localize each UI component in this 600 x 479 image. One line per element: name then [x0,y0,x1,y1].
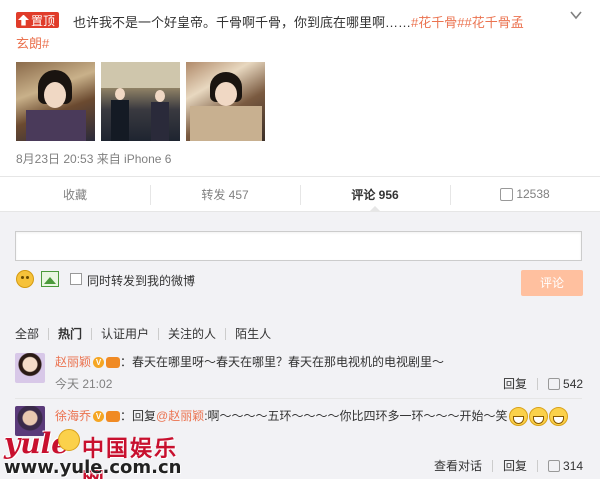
reply-prefix: ：回复 [120,409,157,423]
repost-button[interactable]: 转发 457 [150,177,300,211]
post-text: 也许我不是一个好皇帝。千骨啊千骨，你到底在哪里啊……#花千骨##花千骨孟 玄朗# [16,12,573,51]
image-upload-icon[interactable] [41,271,59,287]
commenter-name[interactable]: 徐海乔 [55,409,91,423]
comment-like-count: 314 [563,458,584,473]
site-watermark: yule 中国娱乐网 www.yule.com.cn [0,425,200,479]
comment-actions: 查看对话 回复 314 [434,457,583,474]
post-image[interactable] [186,62,265,141]
reply-button[interactable]: 回复 [503,457,527,474]
thumbs-up-icon [548,459,561,472]
comment-filter-tabs: 全部 热门 认证用户 关注的人 陌生人 [15,325,271,342]
comment-item: 赵丽颖 V ：春天在哪里呀～春天在哪里？春天在那电视机的电视剧里～ 今天 21:02… [0,349,600,399]
comment-time: 今天 21:02 [55,377,113,391]
image-gallery [16,62,265,141]
verified-icon: V [93,411,105,423]
also-repost-label: 同时转发到我的微博 [87,274,196,288]
view-conversation-link[interactable]: 查看对话 [434,457,482,474]
repost-label: 转发 457 [201,187,249,202]
pinned-label: 置顶 [31,13,56,28]
member-crown-icon [106,357,121,369]
filter-all[interactable]: 全部 [15,325,39,342]
comment-label: 评论 956 [351,187,399,202]
post-image[interactable] [101,62,180,141]
filter-hot[interactable]: 热门 [58,325,82,342]
grin-emoji-icon [508,407,528,427]
hashtag-link[interactable]: #花千骨孟 [464,15,523,30]
reply-button[interactable]: 回复 [503,375,527,392]
member-crown-icon [106,411,121,423]
pinned-badge: 置顶 [16,12,60,28]
hashtag-link[interactable]: #花千骨# [411,15,464,30]
watermark-url: www.yule.com.cn [4,457,182,478]
grin-emoji-icon [528,407,548,427]
comment-text: :啊～～～～五环～～～～你比四环多一环～～～开始～笑 [204,409,508,423]
verified-icon: V [93,357,105,369]
post-meta: 8月23日 20:53 来自 iPhone 6 [16,152,172,166]
comment-like-button[interactable]: 314 [548,459,583,473]
comment-input[interactable] [15,231,582,261]
post-image[interactable] [16,62,95,141]
commenter-name[interactable]: 赵丽颖 [55,355,91,369]
emoji-icon[interactable] [16,270,34,288]
mention-link[interactable]: @赵丽颖 [156,409,204,423]
like-button[interactable]: 12538 [450,177,600,211]
collect-button[interactable]: 收藏 [0,177,150,211]
collect-label: 收藏 [62,187,87,202]
pin-icon [18,14,29,26]
weibo-post: 置顶 也许我不是一个好皇帝。千骨啊千骨，你到底在哪里啊……#花千骨##花千骨孟 … [0,0,600,176]
avatar[interactable] [15,353,45,383]
post-action-bar: 收藏 转发 457 评论 956 12538 [0,176,600,212]
filter-verified[interactable]: 认证用户 [101,325,149,342]
comment-text: ：春天在哪里呀～春天在哪里？春天在那电视机的电视剧里～ [120,355,445,369]
comment-actions: 回复 542 [503,375,583,392]
grin-emoji-icon [58,429,80,451]
submit-comment-button[interactable]: 评论 [521,270,583,296]
filter-following[interactable]: 关注的人 [168,325,216,342]
post-body: 也许我不是一个好皇帝。千骨啊千骨，你到底在哪里啊…… [73,15,412,30]
also-repost-checkbox[interactable] [70,273,82,285]
comment-like-button[interactable]: 542 [548,377,583,391]
hashtag-link-continued[interactable]: 玄朗# [16,36,49,51]
thumbs-up-icon [500,187,514,201]
filter-strangers[interactable]: 陌生人 [235,325,271,342]
grin-emoji-icon [548,407,568,427]
like-count: 12538 [516,187,550,201]
comment-tab-button[interactable]: 评论 956 [300,177,450,212]
comment-like-count: 542 [563,376,584,391]
thumbs-up-icon [548,377,561,390]
